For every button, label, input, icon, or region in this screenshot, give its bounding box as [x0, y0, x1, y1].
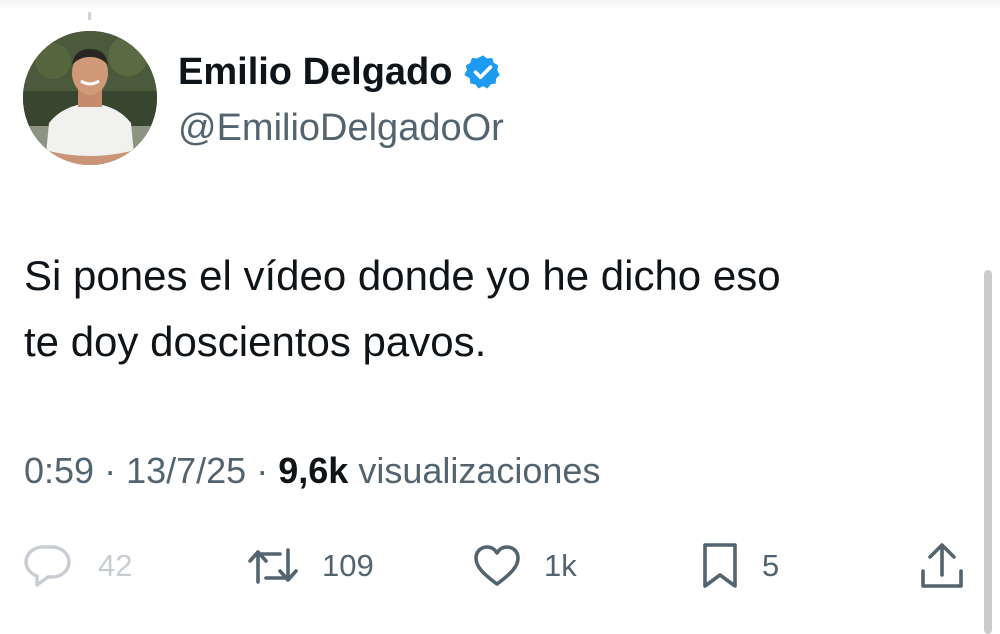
action-bar: 42 109 1k 5 — [0, 538, 1000, 594]
like-button[interactable]: 1k — [472, 538, 577, 594]
bookmark-icon — [700, 541, 740, 591]
like-count: 1k — [544, 548, 577, 583]
meta-separator-2: · — [256, 450, 279, 491]
tweet-text: Si pones el vídeo donde yo he dicho eso … — [24, 243, 964, 375]
tweet-time[interactable]: 0:59 — [24, 450, 94, 491]
tweet-meta: 0:59 · 13/7/25 · 9,6k visualizaciones — [24, 447, 600, 495]
share-button[interactable] — [918, 538, 966, 594]
author-name[interactable]: Emilio Delgado — [178, 48, 502, 96]
repost-button[interactable]: 109 — [246, 538, 374, 594]
repost-icon — [246, 544, 300, 588]
bookmark-count: 5 — [762, 548, 780, 583]
tweet-text-line-1: Si pones el vídeo donde yo he dicho eso — [24, 252, 781, 299]
top-tick — [88, 12, 91, 20]
share-icon — [918, 541, 966, 591]
reply-icon — [24, 544, 72, 588]
repost-count: 109 — [322, 548, 374, 583]
heart-icon — [472, 544, 522, 588]
author-handle[interactable]: @EmilioDelgadoOr — [178, 104, 504, 152]
reply-button[interactable]: 42 — [24, 538, 132, 594]
verified-badge-icon — [464, 53, 502, 91]
scrollbar[interactable] — [984, 270, 992, 634]
bookmark-button[interactable]: 5 — [700, 538, 779, 594]
meta-separator-1: · — [104, 450, 127, 491]
views-label: visualizaciones — [358, 450, 601, 491]
avatar[interactable] — [23, 31, 157, 165]
author-display-name[interactable]: Emilio Delgado — [178, 48, 452, 96]
top-edge — [0, 0, 1000, 10]
reply-count: 42 — [98, 548, 133, 583]
tweet-text-line-2: te doy doscientos pavos. — [24, 318, 487, 365]
tweet-date[interactable]: 13/7/25 — [126, 450, 246, 491]
views-count[interactable]: 9,6k — [278, 450, 348, 491]
